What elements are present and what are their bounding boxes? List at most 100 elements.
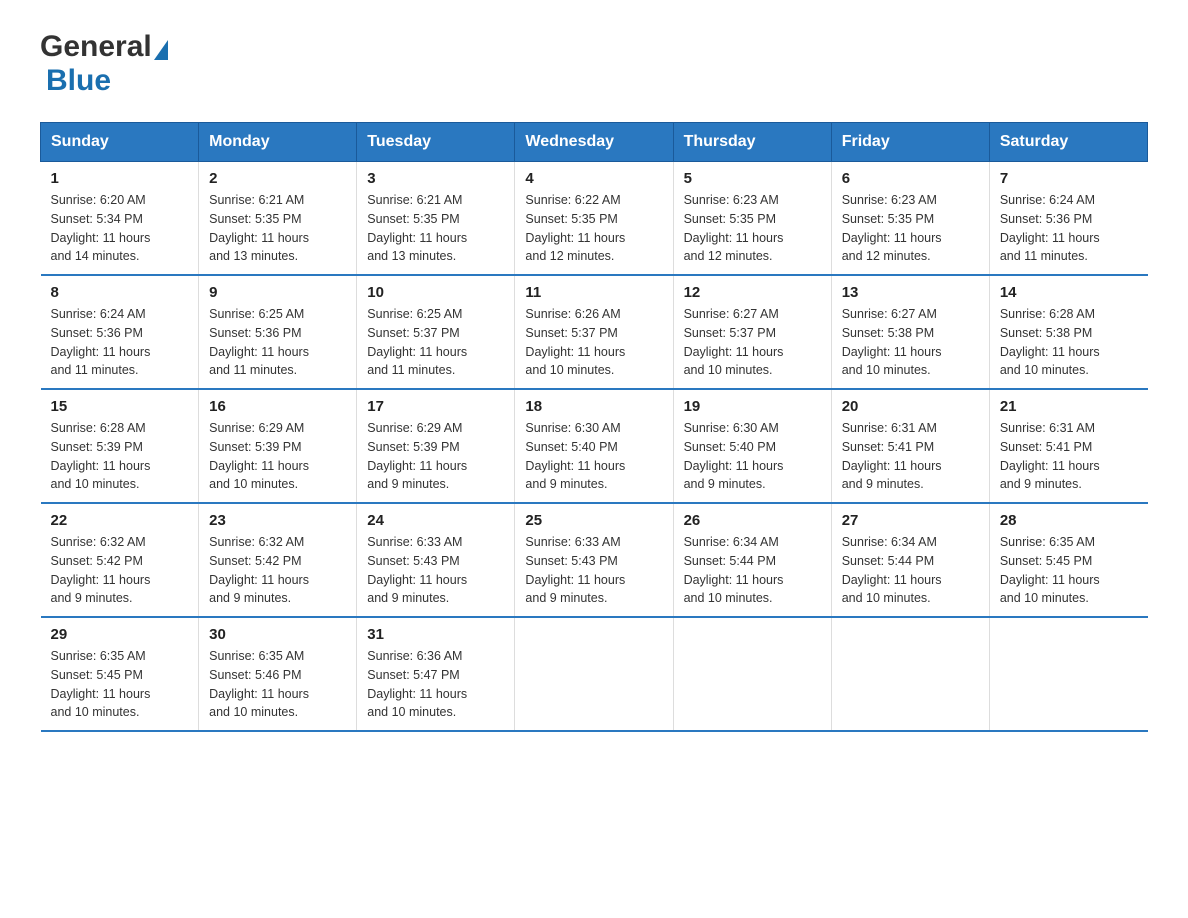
- day-cell: 14 Sunrise: 6:28 AMSunset: 5:38 PMDaylig…: [989, 275, 1147, 389]
- day-cell: 8 Sunrise: 6:24 AMSunset: 5:36 PMDayligh…: [41, 275, 199, 389]
- day-cell: 15 Sunrise: 6:28 AMSunset: 5:39 PMDaylig…: [41, 389, 199, 503]
- day-info: Sunrise: 6:29 AMSunset: 5:39 PMDaylight:…: [367, 419, 504, 494]
- day-number: 28: [1000, 512, 1138, 529]
- page-header: General Blue: [40, 30, 1148, 98]
- day-cell: 2 Sunrise: 6:21 AMSunset: 5:35 PMDayligh…: [199, 162, 357, 276]
- header-tuesday: Tuesday: [357, 123, 515, 162]
- logo-blue-text: Blue: [46, 64, 111, 97]
- day-cell: 4 Sunrise: 6:22 AMSunset: 5:35 PMDayligh…: [515, 162, 673, 276]
- day-cell: 31 Sunrise: 6:36 AMSunset: 5:47 PMDaylig…: [357, 617, 515, 731]
- day-cell: 11 Sunrise: 6:26 AMSunset: 5:37 PMDaylig…: [515, 275, 673, 389]
- day-cell: 28 Sunrise: 6:35 AMSunset: 5:45 PMDaylig…: [989, 503, 1147, 617]
- day-cell: 5 Sunrise: 6:23 AMSunset: 5:35 PMDayligh…: [673, 162, 831, 276]
- day-info: Sunrise: 6:32 AMSunset: 5:42 PMDaylight:…: [209, 533, 346, 608]
- day-cell: 22 Sunrise: 6:32 AMSunset: 5:42 PMDaylig…: [41, 503, 199, 617]
- day-number: 4: [525, 170, 662, 187]
- day-cell: 24 Sunrise: 6:33 AMSunset: 5:43 PMDaylig…: [357, 503, 515, 617]
- day-info: Sunrise: 6:33 AMSunset: 5:43 PMDaylight:…: [367, 533, 504, 608]
- logo-general-text: General: [40, 30, 152, 64]
- day-number: 11: [525, 284, 662, 301]
- day-number: 21: [1000, 398, 1138, 415]
- day-cell: [673, 617, 831, 731]
- day-cell: 16 Sunrise: 6:29 AMSunset: 5:39 PMDaylig…: [199, 389, 357, 503]
- day-cell: 18 Sunrise: 6:30 AMSunset: 5:40 PMDaylig…: [515, 389, 673, 503]
- day-number: 19: [684, 398, 821, 415]
- calendar-table: SundayMondayTuesdayWednesdayThursdayFrid…: [40, 122, 1148, 732]
- day-number: 1: [51, 170, 189, 187]
- day-info: Sunrise: 6:24 AMSunset: 5:36 PMDaylight:…: [51, 305, 189, 380]
- day-info: Sunrise: 6:28 AMSunset: 5:39 PMDaylight:…: [51, 419, 189, 494]
- day-cell: [515, 617, 673, 731]
- day-number: 29: [51, 626, 189, 643]
- day-number: 20: [842, 398, 979, 415]
- logo: General Blue: [40, 30, 168, 98]
- day-number: 16: [209, 398, 346, 415]
- day-info: Sunrise: 6:26 AMSunset: 5:37 PMDaylight:…: [525, 305, 662, 380]
- day-number: 18: [525, 398, 662, 415]
- day-info: Sunrise: 6:31 AMSunset: 5:41 PMDaylight:…: [842, 419, 979, 494]
- day-number: 25: [525, 512, 662, 529]
- day-info: Sunrise: 6:30 AMSunset: 5:40 PMDaylight:…: [525, 419, 662, 494]
- header-saturday: Saturday: [989, 123, 1147, 162]
- day-info: Sunrise: 6:23 AMSunset: 5:35 PMDaylight:…: [842, 191, 979, 266]
- day-number: 15: [51, 398, 189, 415]
- day-info: Sunrise: 6:21 AMSunset: 5:35 PMDaylight:…: [367, 191, 504, 266]
- day-cell: [831, 617, 989, 731]
- day-cell: 12 Sunrise: 6:27 AMSunset: 5:37 PMDaylig…: [673, 275, 831, 389]
- day-number: 17: [367, 398, 504, 415]
- day-info: Sunrise: 6:30 AMSunset: 5:40 PMDaylight:…: [684, 419, 821, 494]
- day-number: 27: [842, 512, 979, 529]
- header-sunday: Sunday: [41, 123, 199, 162]
- day-info: Sunrise: 6:25 AMSunset: 5:36 PMDaylight:…: [209, 305, 346, 380]
- day-number: 14: [1000, 284, 1138, 301]
- day-cell: 17 Sunrise: 6:29 AMSunset: 5:39 PMDaylig…: [357, 389, 515, 503]
- weekday-header-row: SundayMondayTuesdayWednesdayThursdayFrid…: [41, 123, 1148, 162]
- day-info: Sunrise: 6:28 AMSunset: 5:38 PMDaylight:…: [1000, 305, 1138, 380]
- day-number: 3: [367, 170, 504, 187]
- header-thursday: Thursday: [673, 123, 831, 162]
- day-number: 2: [209, 170, 346, 187]
- header-friday: Friday: [831, 123, 989, 162]
- day-info: Sunrise: 6:31 AMSunset: 5:41 PMDaylight:…: [1000, 419, 1138, 494]
- day-number: 24: [367, 512, 504, 529]
- day-cell: 21 Sunrise: 6:31 AMSunset: 5:41 PMDaylig…: [989, 389, 1147, 503]
- week-row-1: 1 Sunrise: 6:20 AMSunset: 5:34 PMDayligh…: [41, 162, 1148, 276]
- day-number: 26: [684, 512, 821, 529]
- day-info: Sunrise: 6:20 AMSunset: 5:34 PMDaylight:…: [51, 191, 189, 266]
- day-number: 7: [1000, 170, 1138, 187]
- day-number: 30: [209, 626, 346, 643]
- day-cell: 29 Sunrise: 6:35 AMSunset: 5:45 PMDaylig…: [41, 617, 199, 731]
- day-info: Sunrise: 6:23 AMSunset: 5:35 PMDaylight:…: [684, 191, 821, 266]
- logo-triangle-icon: [154, 40, 168, 60]
- day-info: Sunrise: 6:32 AMSunset: 5:42 PMDaylight:…: [51, 533, 189, 608]
- day-number: 8: [51, 284, 189, 301]
- day-number: 31: [367, 626, 504, 643]
- day-number: 13: [842, 284, 979, 301]
- day-info: Sunrise: 6:29 AMSunset: 5:39 PMDaylight:…: [209, 419, 346, 494]
- week-row-3: 15 Sunrise: 6:28 AMSunset: 5:39 PMDaylig…: [41, 389, 1148, 503]
- day-cell: 9 Sunrise: 6:25 AMSunset: 5:36 PMDayligh…: [199, 275, 357, 389]
- day-info: Sunrise: 6:21 AMSunset: 5:35 PMDaylight:…: [209, 191, 346, 266]
- week-row-4: 22 Sunrise: 6:32 AMSunset: 5:42 PMDaylig…: [41, 503, 1148, 617]
- day-cell: 26 Sunrise: 6:34 AMSunset: 5:44 PMDaylig…: [673, 503, 831, 617]
- day-info: Sunrise: 6:27 AMSunset: 5:37 PMDaylight:…: [684, 305, 821, 380]
- day-number: 9: [209, 284, 346, 301]
- day-info: Sunrise: 6:36 AMSunset: 5:47 PMDaylight:…: [367, 647, 504, 722]
- week-row-5: 29 Sunrise: 6:35 AMSunset: 5:45 PMDaylig…: [41, 617, 1148, 731]
- day-cell: 23 Sunrise: 6:32 AMSunset: 5:42 PMDaylig…: [199, 503, 357, 617]
- day-cell: 7 Sunrise: 6:24 AMSunset: 5:36 PMDayligh…: [989, 162, 1147, 276]
- day-number: 6: [842, 170, 979, 187]
- day-info: Sunrise: 6:35 AMSunset: 5:45 PMDaylight:…: [1000, 533, 1138, 608]
- day-cell: 27 Sunrise: 6:34 AMSunset: 5:44 PMDaylig…: [831, 503, 989, 617]
- day-cell: 13 Sunrise: 6:27 AMSunset: 5:38 PMDaylig…: [831, 275, 989, 389]
- day-info: Sunrise: 6:27 AMSunset: 5:38 PMDaylight:…: [842, 305, 979, 380]
- day-info: Sunrise: 6:24 AMSunset: 5:36 PMDaylight:…: [1000, 191, 1138, 266]
- week-row-2: 8 Sunrise: 6:24 AMSunset: 5:36 PMDayligh…: [41, 275, 1148, 389]
- day-number: 22: [51, 512, 189, 529]
- day-cell: [989, 617, 1147, 731]
- day-number: 5: [684, 170, 821, 187]
- day-info: Sunrise: 6:33 AMSunset: 5:43 PMDaylight:…: [525, 533, 662, 608]
- day-info: Sunrise: 6:25 AMSunset: 5:37 PMDaylight:…: [367, 305, 504, 380]
- day-cell: 30 Sunrise: 6:35 AMSunset: 5:46 PMDaylig…: [199, 617, 357, 731]
- day-number: 10: [367, 284, 504, 301]
